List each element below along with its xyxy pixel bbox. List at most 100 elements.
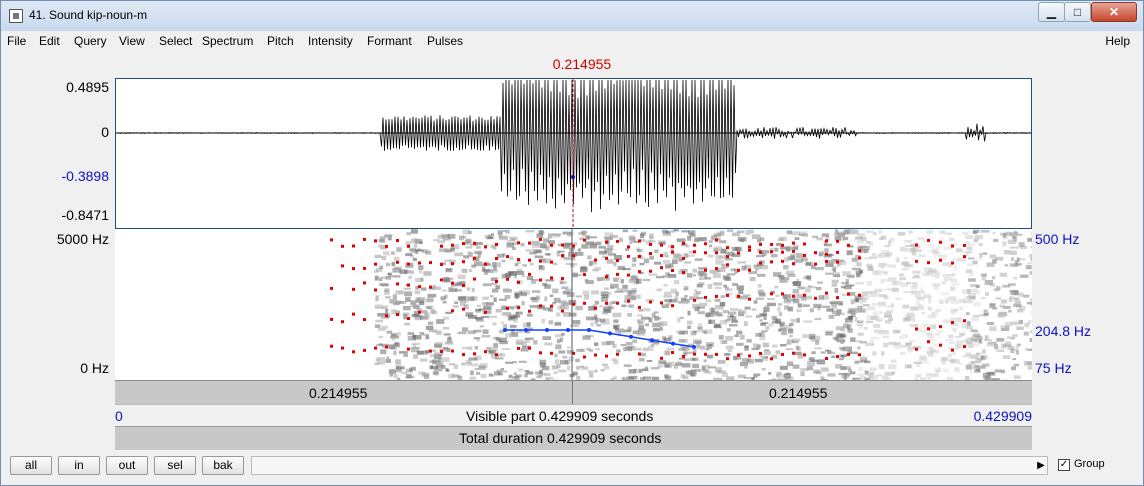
spectrogram-cell [966,337,974,342]
spectrogram-cell [638,369,643,373]
menu-spectrum[interactable]: Spectrum [202,34,253,48]
spectrogram-cell [928,346,934,350]
formant-dot [418,261,421,265]
spectrogram-cell [393,256,400,262]
spectrogram-cell [777,303,782,306]
waveform-plot[interactable] [115,79,1032,228]
spectrogram-cell [978,242,983,247]
spectrogram-cell [984,355,989,360]
spectrogram-cell [920,287,924,293]
spectrogram-panel[interactable] [115,229,1041,385]
formant-dot [341,320,344,324]
spectrogram-cell [862,297,867,303]
spectrogram-cell [844,285,852,290]
spectrogram-cell [718,240,727,244]
total-duration-strip[interactable]: Total duration 0.429909 seconds [115,426,1032,450]
menu-intensity[interactable]: Intensity [308,34,353,48]
spectrogram-cell [413,354,419,359]
freq-bottom-label: 0 Hz [80,360,109,376]
horizontal-scrollbar[interactable] [251,456,1048,475]
spectrogram-cell [913,361,922,364]
spectrogram-cell [729,307,738,311]
spectrogram-cell [476,339,480,342]
time-right-value[interactable]: 0.214955 [769,385,827,401]
visible-part-strip[interactable]: 0 Visible part 0.429909 seconds 0.429909 [115,404,1032,426]
spectrogram-cell [958,298,965,302]
spectrogram-cell [1003,233,1007,238]
spectrogram-cell [561,332,565,336]
spectrogram-cell [697,329,702,333]
spectrogram-cell [982,349,986,354]
title-bar[interactable]: 41. Sound kip-noun-m ▁ □ ✕ [1,1,1143,31]
spectrogram-cell [1013,375,1021,379]
zoom-back-button[interactable]: bak [202,456,244,475]
spectrogram-cell [1003,355,1011,359]
menu-help[interactable]: Help [1105,34,1130,48]
menu-select[interactable]: Select [159,34,192,48]
group-checkbox[interactable]: ✓ [1058,459,1070,471]
spectrogram-cell [725,345,734,350]
spectrogram-cell [949,341,955,344]
spectrogram-cell [513,318,518,323]
spectrogram-cell [943,319,951,324]
spectrogram-cell [743,376,753,379]
app-icon[interactable] [9,9,23,23]
spectrogram-cell [607,245,614,250]
menu-file[interactable]: File [7,34,26,48]
scroll-right-arrow-icon[interactable]: ▶ [1035,456,1047,475]
spectrogram-cell [432,371,438,375]
zoom-out-button[interactable]: out [106,456,148,475]
menu-pitch[interactable]: Pitch [267,34,294,48]
spectrogram-cell [594,369,598,373]
menu-query[interactable]: Query [74,34,107,48]
spectrogram-cell [802,334,811,338]
spectrogram-cell [530,280,536,285]
menu-formant[interactable]: Formant [367,34,412,48]
spectrogram-cell [834,314,840,317]
spectrogram-cell [1001,369,1005,374]
maximize-button[interactable]: □ [1064,2,1091,22]
spectrogram-cell [590,322,594,327]
spectrogram-cell [800,368,809,372]
spectrogram-cell [678,258,683,261]
zoom-all-button[interactable]: all [10,456,52,475]
formant-dot [858,353,861,357]
spectrogram-cell [410,229,418,234]
visible-part-label: Visible part 0.429909 seconds [466,408,654,424]
time-strip[interactable]: 0.214955 0.214955 [115,380,1032,404]
minimize-button[interactable]: ▁ [1038,2,1065,22]
spectrogram-plot[interactable] [115,229,1041,385]
spectrogram-cell [1018,319,1023,325]
zoom-in-button[interactable]: in [58,456,100,475]
close-button[interactable]: ✕ [1091,2,1137,22]
spectrogram-cell [959,306,964,311]
spectrogram-cell [482,329,489,334]
spectrogram-cell [905,244,913,247]
spectrogram-cell [415,277,423,282]
spectrogram-cell [684,295,688,298]
spectrogram-cell [522,264,527,267]
spectrogram-cell [692,358,696,361]
menu-view[interactable]: View [119,34,145,48]
spectrogram-cell [680,297,687,302]
zoom-sel-button[interactable]: sel [154,456,196,475]
menu-edit[interactable]: Edit [39,34,60,48]
menu-pulses[interactable]: Pulses [427,34,463,48]
formant-dot [330,286,333,290]
spectrogram-cell [612,277,621,280]
spectrogram-cell [838,358,844,361]
spectrogram-cell [485,270,493,274]
formant-dot [759,351,762,355]
spectrogram-cell [927,335,934,338]
spectrogram-cell [989,326,997,331]
spectrogram-cell [863,326,868,330]
waveform-panel[interactable] [115,78,1032,229]
spectrogram-cell [890,359,897,363]
formant-dot [594,353,597,357]
spectrogram-cell [797,352,801,355]
spectrogram-cell [539,369,543,374]
spectrogram-cell [775,294,780,297]
time-left-value[interactable]: 0.214955 [309,385,367,401]
spectrogram-cell [592,269,599,272]
formant-dot [759,250,762,254]
